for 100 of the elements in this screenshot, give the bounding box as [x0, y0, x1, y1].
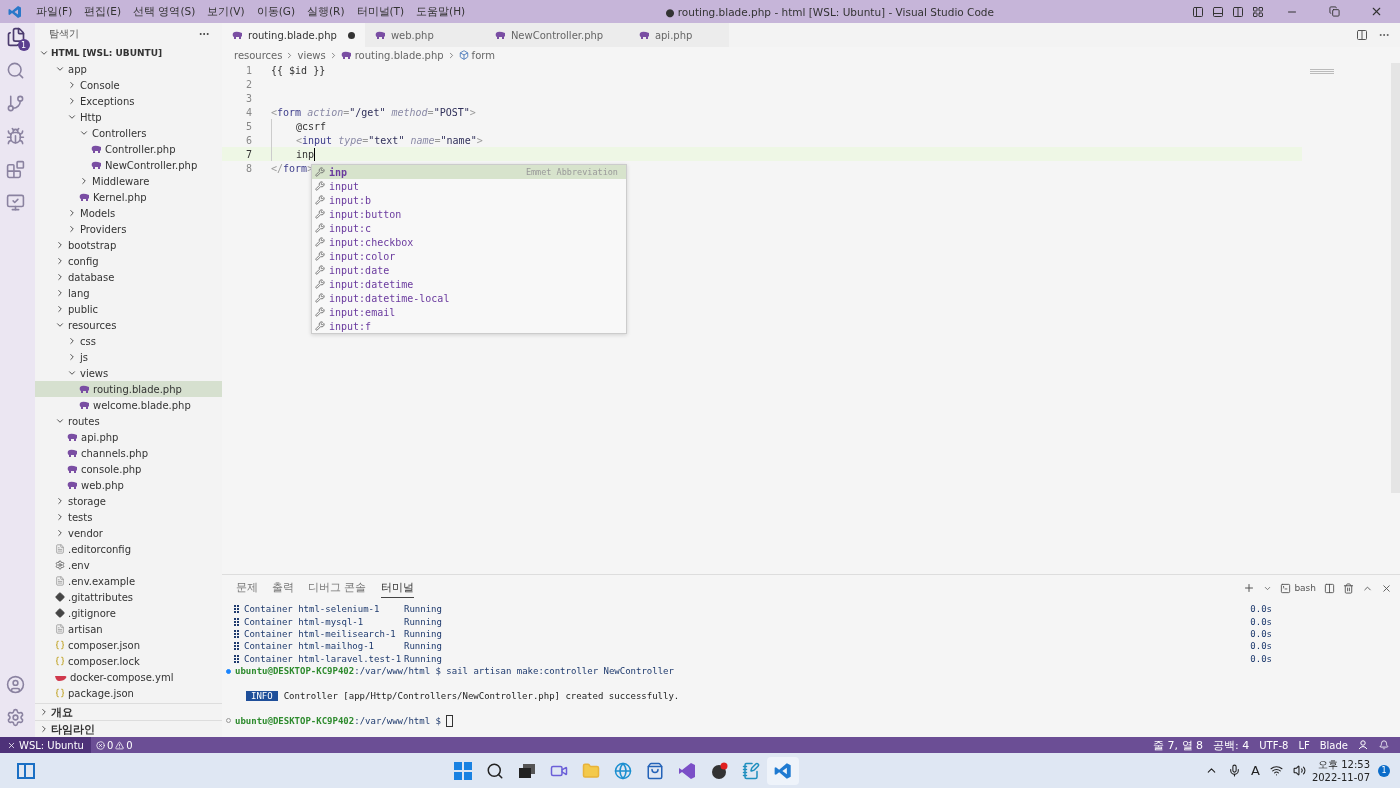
folder-item[interactable]: Models	[35, 205, 222, 221]
file-item[interactable]: .gitattributes	[35, 589, 222, 605]
folder-item[interactable]: config	[35, 253, 222, 269]
file-item[interactable]: Controller.php	[35, 141, 222, 157]
suggestion-item[interactable]: input:datetime-local	[312, 291, 626, 305]
clock[interactable]: 오후 12:53 2022-11-07	[1311, 758, 1370, 783]
problems-indicator[interactable]: 0 0	[90, 739, 138, 751]
menu-item[interactable]: 파일(F)	[30, 4, 79, 19]
menu-item[interactable]: 터미널(T)	[350, 4, 411, 19]
suggestion-item[interactable]: input:email	[312, 305, 626, 319]
file-item[interactable]: package.json	[35, 685, 222, 701]
close-icon[interactable]	[1381, 582, 1392, 594]
panel-tab[interactable]: 문제	[236, 578, 258, 598]
folder-item[interactable]: Providers	[35, 221, 222, 237]
editor-tab[interactable]: web.php	[364, 23, 485, 47]
menu-item[interactable]: 보기(V)	[201, 4, 251, 19]
file-item[interactable]: channels.php	[35, 445, 222, 461]
suggestion-item[interactable]: input:color	[312, 249, 626, 263]
file-item[interactable]: composer.json	[35, 637, 222, 653]
trash-icon[interactable]	[1343, 582, 1354, 594]
file-item[interactable]: welcome.blade.php	[35, 397, 222, 413]
file-item[interactable]: .editorconfig	[35, 541, 222, 557]
workspace-header[interactable]: HTML [WSL: UBUNTU]	[35, 45, 222, 61]
file-item[interactable]: NewController.php	[35, 157, 222, 173]
folder-item[interactable]: lang	[35, 285, 222, 301]
person-icon[interactable]	[1358, 740, 1369, 750]
bell-icon[interactable]	[1379, 740, 1389, 750]
folder-item[interactable]: Middleware	[35, 173, 222, 189]
file-item[interactable]: docker-compose.yml	[35, 669, 222, 685]
folder-item[interactable]: resources	[35, 317, 222, 333]
file-item[interactable]: api.php	[35, 429, 222, 445]
folder-item[interactable]: database	[35, 269, 222, 285]
file-item[interactable]: .env.example	[35, 573, 222, 589]
folder-item[interactable]: storage	[35, 493, 222, 509]
microphone-icon[interactable]	[1227, 764, 1241, 777]
remote-indicator[interactable]: WSL: Ubuntu	[0, 737, 91, 753]
folder-item[interactable]: bootstrap	[35, 237, 222, 253]
editor-tab[interactable]: api.php	[628, 23, 729, 47]
status-item[interactable]: Blade	[1314, 739, 1353, 751]
menu-item[interactable]: 실행(R)	[301, 4, 351, 19]
panel-tab[interactable]: 출력	[272, 578, 294, 598]
file-item[interactable]: web.php	[35, 477, 222, 493]
terminal-shell[interactable]: bash	[1280, 582, 1316, 594]
menu-item[interactable]: 도움말(H)	[410, 4, 472, 19]
folder-item[interactable]: views	[35, 365, 222, 381]
file-item[interactable]: console.php	[35, 461, 222, 477]
folder-item[interactable]: Exceptions	[35, 93, 222, 109]
folder-item[interactable]: public	[35, 301, 222, 317]
restore-icon[interactable]	[1328, 6, 1340, 17]
suggestion-item[interactable]: input:c	[312, 221, 626, 235]
panel-tab[interactable]: 터미널	[380, 578, 414, 598]
menu-item[interactable]: 선택 영역(S)	[127, 4, 202, 19]
suggestion-item[interactable]: inp Emmet Abbreviation	[312, 165, 626, 179]
menu-item[interactable]: 편집(E)	[78, 4, 128, 19]
file-item[interactable]: .gitignore	[35, 605, 222, 621]
status-item[interactable]: 공백: 4	[1208, 737, 1255, 753]
panel-tab[interactable]: 디버그 콘솔	[308, 578, 367, 598]
folder-item[interactable]: js	[35, 349, 222, 365]
split-editor-icon[interactable]	[1356, 29, 1368, 41]
breadcrumb-item[interactable]: views	[297, 49, 326, 61]
input-mode-indicator[interactable]: A	[1250, 763, 1260, 778]
status-item[interactable]: UTF-8	[1254, 739, 1294, 751]
file-item[interactable]: composer.lock	[35, 653, 222, 669]
sidebar-layout-icon[interactable]	[1192, 5, 1204, 18]
notification-badge[interactable]: 1	[1378, 764, 1390, 777]
vscode-icon[interactable]	[767, 756, 800, 785]
folder-item[interactable]: Http	[35, 109, 222, 125]
panel-layout-icon[interactable]	[1212, 5, 1224, 18]
suggestion-item[interactable]: input:f	[312, 319, 626, 333]
file-item[interactable]: .env	[35, 557, 222, 573]
split-terminal-icon[interactable]	[1324, 582, 1335, 594]
folder-item[interactable]: Controllers	[35, 125, 222, 141]
folder-item[interactable]: Console	[35, 77, 222, 93]
suggestion-item[interactable]: input:checkbox	[312, 235, 626, 249]
folder-item[interactable]: routes	[35, 413, 222, 429]
menu-item[interactable]: 이동(G)	[250, 4, 301, 19]
add-icon[interactable]	[1243, 582, 1256, 594]
folder-item[interactable]: vendor	[35, 525, 222, 541]
split-layout-icon[interactable]	[1232, 5, 1244, 18]
file-item[interactable]: Kernel.php	[35, 189, 222, 205]
suggestion-item[interactable]: input:date	[312, 263, 626, 277]
layout-grid-icon[interactable]	[1252, 5, 1264, 18]
suggestion-item[interactable]: input:button	[312, 207, 626, 221]
section-header[interactable]: 개요	[35, 703, 222, 720]
volume-icon[interactable]	[1292, 764, 1306, 777]
breadcrumb-item[interactable]: routing.blade.php	[340, 49, 444, 61]
folder-item[interactable]: css	[35, 333, 222, 349]
folder-item[interactable]: tests	[35, 509, 222, 525]
suggestion-item[interactable]: input	[312, 179, 626, 193]
editor-tab[interactable]: NewController.php	[484, 23, 629, 47]
breadcrumb-item[interactable]: form	[458, 49, 495, 61]
breadcrumb-item[interactable]: resources	[234, 49, 283, 61]
file-item[interactable]: artisan	[35, 621, 222, 637]
file-item[interactable]: routing.blade.php	[35, 381, 222, 397]
status-item[interactable]: LF	[1293, 739, 1315, 751]
suggestion-item[interactable]: input:datetime	[312, 277, 626, 291]
status-item[interactable]: 줄 7, 열 8	[1148, 737, 1209, 753]
network-icon[interactable]	[1269, 764, 1283, 777]
folder-item[interactable]: app	[35, 61, 222, 77]
suggestion-item[interactable]: input:b	[312, 193, 626, 207]
